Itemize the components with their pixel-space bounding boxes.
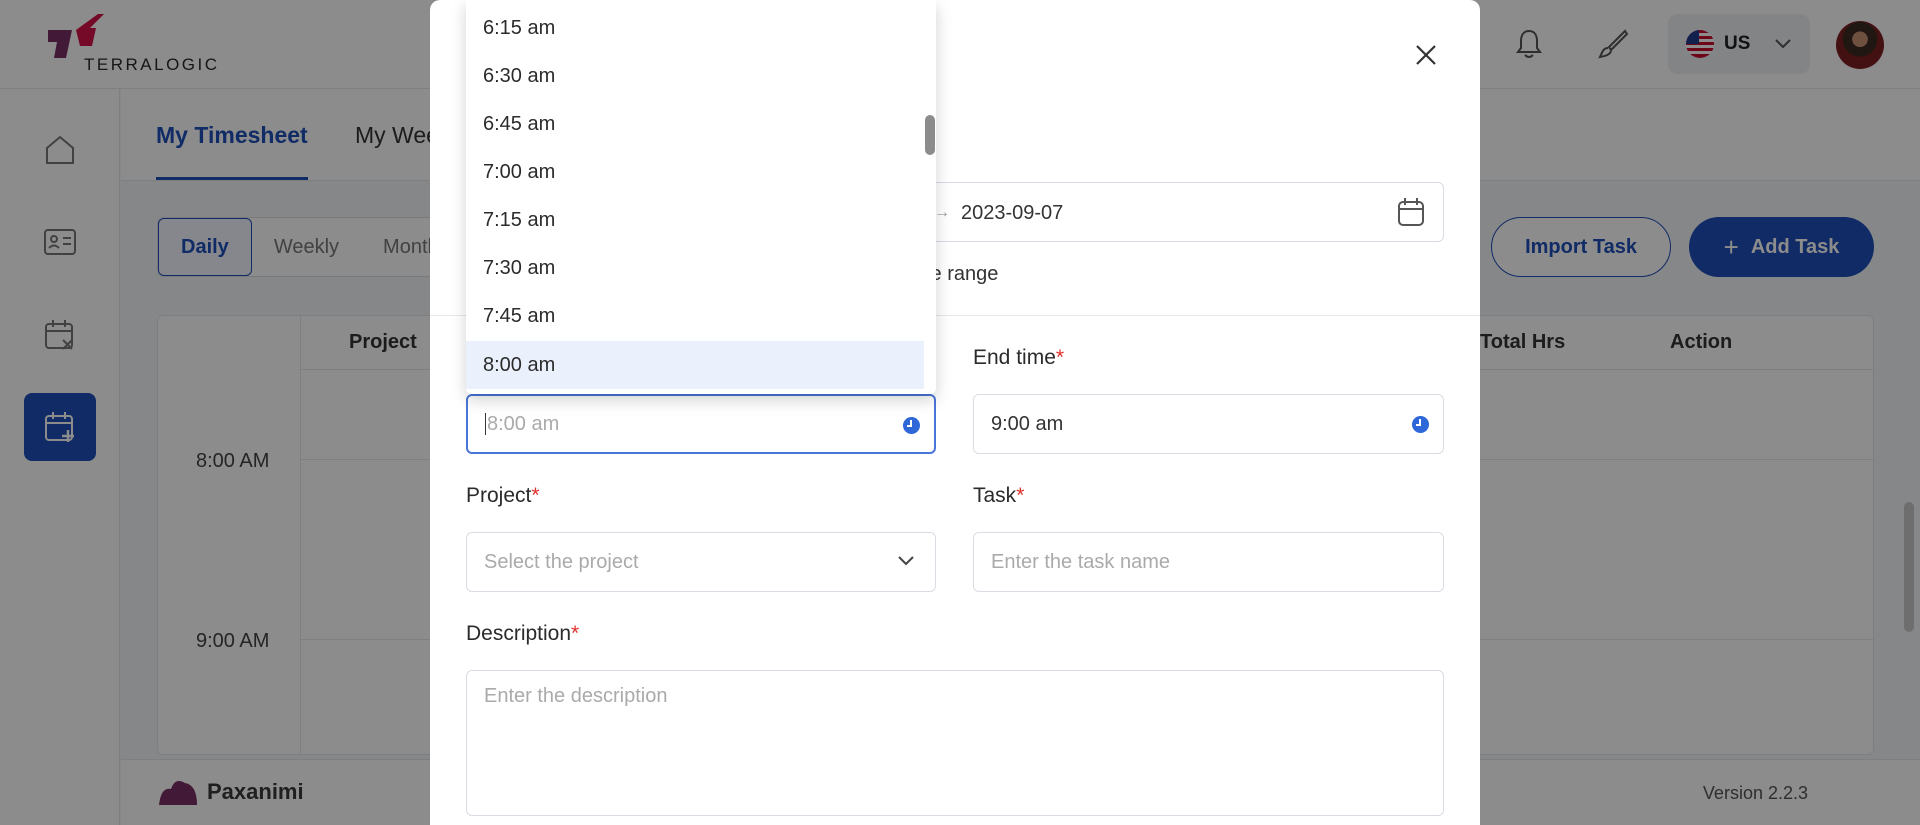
- time-option[interactable]: 7:30 am: [466, 244, 924, 292]
- end-time-input[interactable]: 9:00 am: [973, 394, 1444, 454]
- text-cursor: [485, 413, 486, 435]
- task-placeholder: Enter the task name: [991, 550, 1170, 573]
- end-time-label: End time*: [973, 346, 1065, 369]
- dropdown-scrollbar[interactable]: [925, 115, 935, 155]
- project-label: Project*: [466, 484, 540, 507]
- project-placeholder: Select the project: [484, 550, 639, 573]
- start-time-dropdown: 6:15 am 6:30 am 6:45 am 7:00 am 7:15 am …: [466, 0, 936, 394]
- clock-icon[interactable]: [903, 417, 920, 434]
- time-option[interactable]: 7:45 am: [466, 292, 924, 340]
- time-option[interactable]: 6:15 am: [466, 4, 924, 52]
- time-option[interactable]: 7:00 am: [466, 148, 924, 196]
- calendar-icon[interactable]: [1397, 197, 1425, 227]
- description-placeholder: Enter the description: [484, 685, 668, 707]
- close-icon[interactable]: [1411, 40, 1441, 70]
- end-time-value: 9:00 am: [991, 412, 1064, 435]
- description-textarea[interactable]: Enter the description: [466, 670, 1444, 816]
- description-label: Description*: [466, 622, 580, 645]
- project-select[interactable]: Select the project: [466, 532, 936, 592]
- start-time-input[interactable]: 8:00 am: [466, 394, 936, 454]
- time-option-selected[interactable]: 8:00 am: [466, 341, 924, 389]
- time-option[interactable]: 7:15 am: [466, 196, 924, 244]
- time-option[interactable]: 6:30 am: [466, 52, 924, 100]
- start-time-placeholder: 8:00 am: [487, 412, 560, 435]
- range-arrow-icon: →: [934, 204, 950, 221]
- task-label: Task*: [973, 484, 1025, 507]
- end-date-value: 2023-09-07: [961, 202, 1064, 224]
- date-range-toggle-label[interactable]: te range: [925, 263, 998, 286]
- task-input[interactable]: Enter the task name: [973, 532, 1444, 592]
- chevron-down-icon: [898, 556, 914, 566]
- time-option[interactable]: 6:45 am: [466, 100, 924, 148]
- clock-icon[interactable]: [1412, 416, 1429, 433]
